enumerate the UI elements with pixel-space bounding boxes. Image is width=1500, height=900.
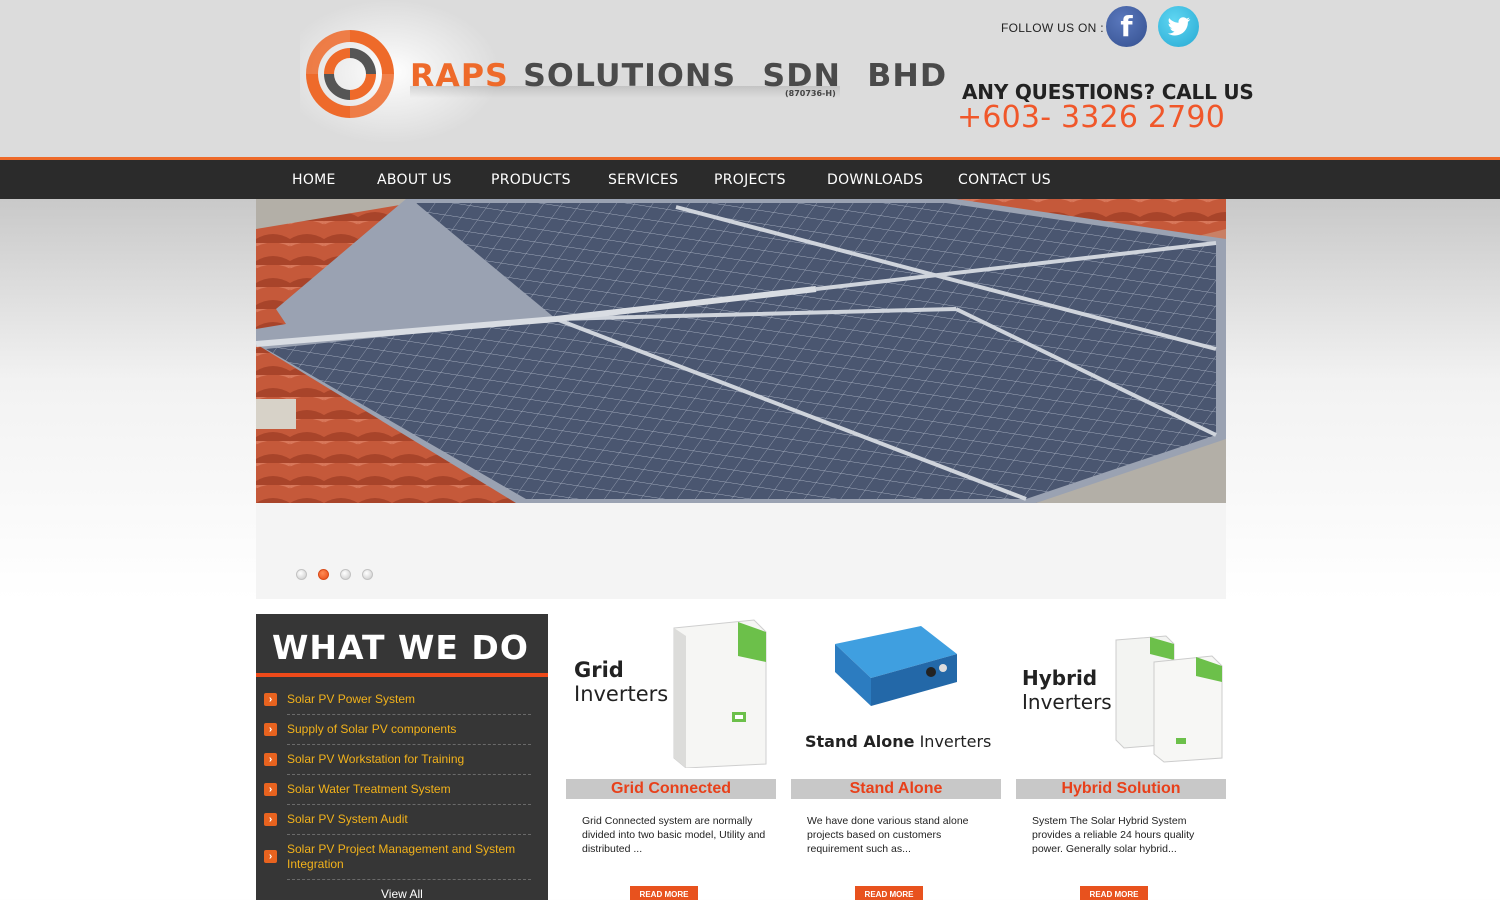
view-all-link[interactable]: View All (381, 887, 423, 900)
arrow-right-icon: › (264, 753, 277, 766)
service-link-label: Solar PV System Audit (287, 812, 408, 826)
image-label-regular: Inverters (919, 732, 992, 751)
raps-logo-icon[interactable] (302, 26, 398, 122)
read-more-button[interactable]: READ MORE (855, 886, 923, 900)
service-link-4[interactable]: › Solar Water Treatment System (264, 782, 532, 797)
image-label-line1: Grid (574, 658, 624, 682)
follow-label: FOLLOW US ON : (1001, 21, 1104, 35)
product-description: Grid Connected system are normally divid… (582, 815, 766, 855)
service-link-label: Solar PV Power System (287, 692, 416, 706)
nav-home[interactable]: HOME (292, 172, 336, 188)
service-link-2[interactable]: › Supply of Solar PV components (264, 722, 532, 737)
service-link-label: Solar PV Project Management and System I… (287, 842, 516, 871)
hybrid-inverter-image[interactable]: Hybrid Inverters (1016, 614, 1226, 774)
arrow-right-icon: › (264, 723, 277, 736)
title-divider (256, 673, 548, 677)
registration-number: (870736-H) (785, 89, 836, 98)
product-heading[interactable]: Grid Connected (566, 779, 776, 799)
product-card-grid: Grid Inverters Grid Connected Grid Conne… (566, 614, 776, 900)
grid-inverter-device-icon (673, 619, 767, 768)
divider (287, 804, 531, 805)
hybrid-inverter-devices-icon (1115, 635, 1223, 763)
nav-about-us[interactable]: ABOUT US (377, 172, 452, 188)
divider (287, 744, 531, 745)
slider-dot-3[interactable] (340, 569, 351, 580)
slider-caption-area (256, 503, 1226, 599)
slider-dot-2[interactable] (318, 569, 329, 580)
nav-products[interactable]: PRODUCTS (491, 172, 571, 188)
what-we-do-title: WHAT WE DO (272, 628, 529, 667)
read-more-button[interactable]: READ MORE (1080, 886, 1148, 900)
divider (287, 879, 531, 880)
phone-number[interactable]: +603- 3326 2790 (957, 100, 1225, 135)
image-label-line2: Inverters (574, 682, 669, 706)
what-we-do-panel: WHAT WE DO › Solar PV Power System › Sup… (256, 614, 548, 900)
stand-alone-inverter-device-icon (835, 626, 957, 706)
service-link-1[interactable]: › Solar PV Power System (264, 692, 532, 707)
image-label: Stand Alone Inverters (805, 732, 991, 751)
nav-projects[interactable]: PROJECTS (714, 172, 786, 188)
grid-inverter-image[interactable]: Grid Inverters (566, 614, 776, 774)
arrow-right-icon: › (264, 693, 277, 706)
product-description: System The Solar Hybrid System provides … (1032, 815, 1195, 855)
image-label-line1: Hybrid (1022, 666, 1098, 690)
arrow-right-icon: › (264, 783, 277, 796)
solar-roof-illustration (256, 199, 1226, 503)
site-header: RAPS SOLUTIONS SDN BHD (870736-H) FOLLOW … (0, 0, 1500, 157)
divider (287, 714, 531, 715)
image-label-bold: Stand Alone (805, 732, 915, 751)
image-label-line2: Inverters (1022, 690, 1112, 714)
product-heading[interactable]: Stand Alone (791, 779, 1001, 799)
arrow-right-icon: › (264, 850, 277, 863)
arrow-right-icon: › (264, 813, 277, 826)
service-link-label: Supply of Solar PV components (287, 722, 457, 736)
service-link-5[interactable]: › Solar PV System Audit (264, 812, 532, 827)
twitter-icon[interactable] (1158, 6, 1199, 47)
hero-slide-image[interactable] (256, 199, 1226, 503)
nav-services[interactable]: SERVICES (608, 172, 678, 188)
service-link-6[interactable]: › Solar PV Project Management and System… (264, 842, 532, 872)
nav-contact-us[interactable]: CONTACT US (958, 172, 1051, 188)
read-more-button[interactable]: READ MORE (630, 886, 698, 900)
product-card-hybrid: Hybrid Inverters Hybrid Solution System … (1016, 614, 1226, 900)
slider-dot-1[interactable] (296, 569, 307, 580)
service-link-label: Solar PV Workstation for Training (287, 752, 465, 766)
stand-alone-inverter-image[interactable]: Stand Alone Inverters (791, 614, 1001, 774)
product-card-stand-alone: Stand Alone Inverters Stand Alone We hav… (791, 614, 1001, 900)
product-description: We have done various stand alone project… (807, 815, 969, 855)
service-link-3[interactable]: › Solar PV Workstation for Training (264, 752, 532, 767)
twitter-bird-icon (1167, 16, 1190, 35)
slider-dot-4[interactable] (362, 569, 373, 580)
divider (287, 774, 531, 775)
divider (287, 834, 531, 835)
main-nav: HOME ABOUT US PRODUCTS SERVICES PROJECTS… (0, 157, 1500, 199)
product-heading[interactable]: Hybrid Solution (1016, 779, 1226, 799)
nav-downloads[interactable]: DOWNLOADS (827, 172, 923, 188)
brand-reflection (410, 86, 840, 98)
service-link-label: Solar Water Treatment System (287, 782, 451, 796)
facebook-icon[interactable]: f (1106, 6, 1147, 47)
